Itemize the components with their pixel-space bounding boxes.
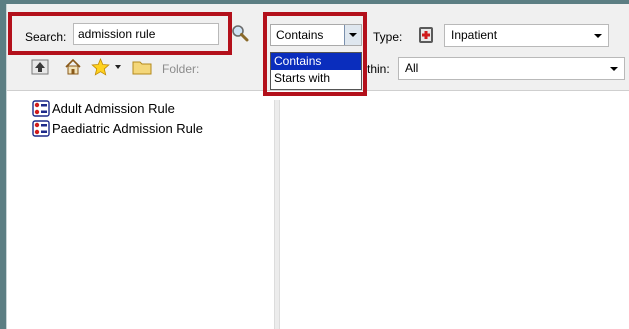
chevron-down-icon[interactable] [344,25,361,45]
rule-icon [32,99,50,117]
home-icon[interactable] [64,58,82,76]
type-label: Type: [373,30,403,44]
search-input[interactable]: admission rule [73,23,219,45]
star-icon[interactable] [91,58,110,76]
up-folder-icon[interactable] [31,58,49,76]
list-item-label: Adult Admission Rule [52,100,175,116]
match-mode-dropdown-list: Contains Starts with [270,52,362,90]
within-select[interactable]: All [398,57,625,80]
chevron-down-icon[interactable] [610,67,618,71]
match-mode-select[interactable]: Contains [270,24,362,46]
list-item-label: Paediatric Admission Rule [52,120,204,136]
match-mode-value: Contains [276,28,324,42]
list-item[interactable]: Paediatric Admission Rule [32,119,203,137]
within-value: All [405,61,419,75]
type-value: Inpatient [451,28,498,42]
list-item[interactable]: Adult Admission Rule [32,99,175,117]
rule-icon [32,119,50,137]
inpatient-bed-icon [419,27,433,43]
folder-icon[interactable] [132,58,152,76]
folder-label: Folder: [162,62,200,76]
type-select[interactable]: Inpatient [444,24,609,47]
panel-splitter[interactable] [274,100,280,329]
option-starts-with[interactable]: Starts with [271,70,361,87]
within-label: thin: [367,62,390,76]
favorites-chevron-down-icon[interactable] [114,58,122,76]
divider [7,90,629,91]
search-label: Search: [25,30,67,44]
option-contains[interactable]: Contains [271,53,361,70]
magnifier-icon[interactable] [231,24,249,42]
chevron-down-icon[interactable] [594,34,602,38]
